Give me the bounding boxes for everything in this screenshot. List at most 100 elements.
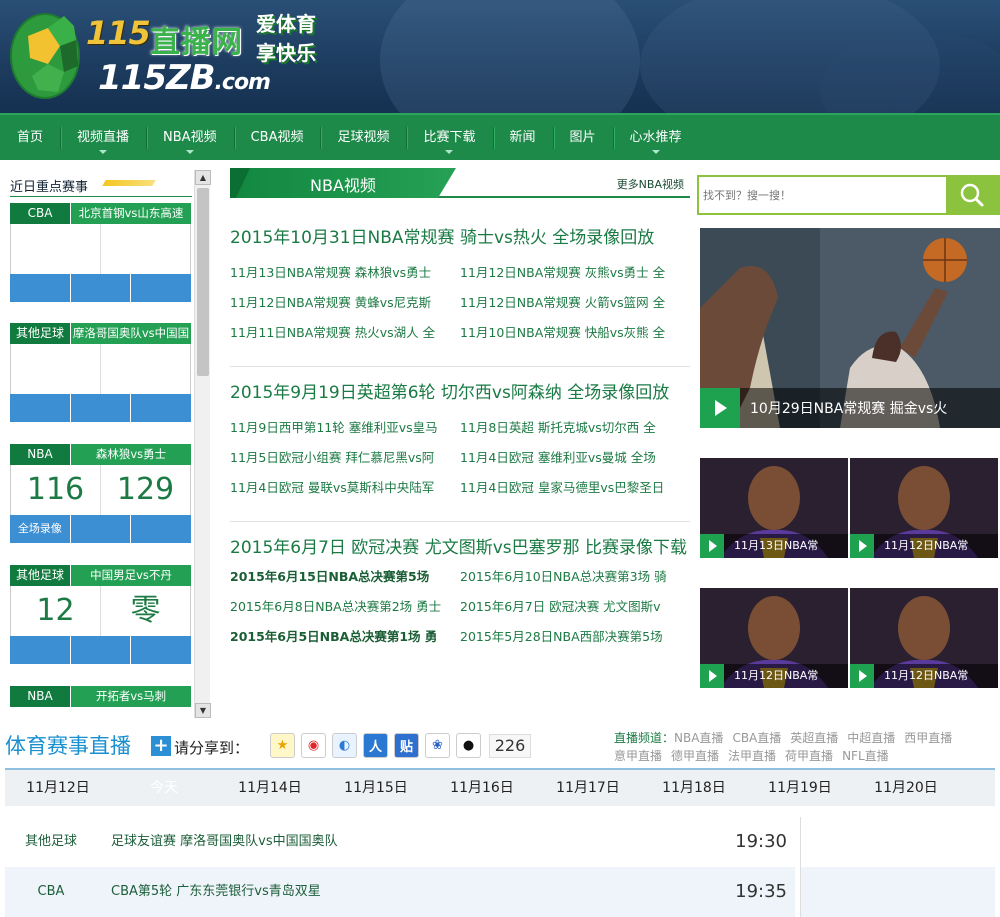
schedule-row[interactable]: 其他足球 足球友谊赛 摩洛哥国奥队vs中国国奥队 19:30 [5,817,795,867]
video-link[interactable]: 11月12日NBA常规赛 火箭vs篮网 全 [460,288,690,318]
video-thumbnail[interactable]: 11月12日NBA常 [700,588,848,688]
channel-link[interactable]: 西甲直播 [904,731,952,745]
video-caption[interactable]: 11月12日NBA常 [734,667,818,683]
play-icon[interactable] [700,388,740,428]
full-replay-link[interactable]: 全场录像 [10,515,70,543]
video-link[interactable]: 2015年5月28日NBA西部决赛第5场 [460,622,690,652]
date-tab[interactable]: 11月17日 [535,770,641,806]
match-footer-cell[interactable] [130,636,192,664]
match-footer-cell[interactable] [130,274,192,302]
video-thumbnail[interactable]: 11月12日NBA常 [850,588,998,688]
date-tab[interactable]: 11月12日 [5,770,111,806]
match-card[interactable]: CBA 北京首钢vs山东高速 [10,203,192,302]
date-tab[interactable]: 11月19日 [747,770,853,806]
nav-item-nba-video[interactable]: NBA视频 [146,115,234,160]
video-headline[interactable]: 2015年9月19日英超第6轮 切尔西vs阿森纳 全场录像回放 [230,383,690,403]
nav-item-video-live[interactable]: 视频直播 [60,115,146,160]
scroll-up-icon[interactable]: ▲ [195,170,211,185]
nav-item-tips[interactable]: 心水推荐 [612,115,699,160]
search-input[interactable] [703,183,943,207]
match-card[interactable]: 其他足球 中国男足vs不丹 12 零 [10,565,192,664]
match-card[interactable]: 其他足球 摩洛哥国奥队vs中国国 [10,323,192,422]
channel-link[interactable]: NFL直播 [842,749,889,763]
channel-link[interactable]: 荷甲直播 [785,749,833,763]
video-link[interactable]: 2015年6月15日NBA总决赛第5场 [230,562,460,592]
scroll-thumb[interactable] [197,188,209,376]
tencent-weibo-icon[interactable]: ◐ [332,733,357,758]
play-icon[interactable] [700,534,724,558]
weibo-icon[interactable]: ◉ [301,733,326,758]
date-tab[interactable]: 11月14日 [217,770,323,806]
nav-item-download[interactable]: 比赛下载 [406,115,492,160]
match-footer-cell[interactable] [130,515,192,543]
nav-item-football-video[interactable]: 足球视频 [320,115,406,160]
tieba-icon[interactable]: 贴 [394,733,419,758]
video-link[interactable]: 11月11日NBA常规赛 热火vs湖人 全 [230,318,460,348]
match-footer-cell[interactable] [69,636,131,664]
search-button[interactable] [946,177,998,213]
video-link[interactable]: 2015年6月7日 欧冠决赛 尤文图斯v [460,592,690,622]
date-tab[interactable]: 11月20日 [853,770,959,806]
match-footer-cell[interactable] [69,394,131,422]
video-headline[interactable]: 2015年6月7日 欧冠决赛 尤文图斯vs巴塞罗那 比赛录像下载 [230,538,690,558]
video-caption[interactable]: 11月13日NBA常 [734,537,818,553]
video-link[interactable]: 2015年6月8日NBA总决赛第2场 勇士 [230,592,460,622]
nav-item-news[interactable]: 新闻 [492,115,553,160]
video-thumbnail[interactable]: 11月12日NBA常 [850,458,998,558]
video-link[interactable]: 11月4日欧冠 曼联vs莫斯科中央陆军 [230,473,460,503]
featured-video-thumbnail[interactable]: 10月29日NBA常规赛 掘金vs火 [700,228,1000,428]
date-tab[interactable]: 11月18日 [641,770,747,806]
video-link[interactable]: 11月4日欧冠 皇家马德里vs巴黎圣日 [460,473,690,503]
nav-item-cba-video[interactable]: CBA视频 [233,115,321,160]
more-nba-video-link[interactable]: 更多NBA视频 [617,176,684,192]
channel-link[interactable]: CBA直播 [732,731,781,745]
match-footer-cell[interactable] [130,394,192,422]
channel-link[interactable]: 德甲直播 [671,749,719,763]
channel-link[interactable]: 法甲直播 [728,749,776,763]
date-tab[interactable]: 11月16日 [429,770,535,806]
match-footer-cell[interactable] [69,515,131,543]
match-footer-cell[interactable] [10,394,70,422]
scroll-down-icon[interactable]: ▼ [195,703,211,718]
date-tab[interactable]: 11月15日 [323,770,429,806]
video-link[interactable]: 11月5日欧冠小组赛 拜仁慕尼黑vs阿 [230,443,460,473]
nav-item-pictures[interactable]: 图片 [552,115,613,160]
baidu-paw-icon[interactable]: ❀ [425,733,450,758]
channel-link[interactable]: 中超直播 [847,731,895,745]
channel-link[interactable]: 意甲直播 [614,749,662,763]
match-card[interactable]: NBA 森林狼vs勇士 116 129 全场录像 [10,444,192,543]
qq-penguin-icon[interactable]: ● [456,733,481,758]
play-icon[interactable] [850,534,874,558]
video-link[interactable]: 2015年6月10日NBA总决赛第3场 骑 [460,562,690,592]
match-footer-cell[interactable] [10,274,70,302]
video-link[interactable]: 11月12日NBA常规赛 灰熊vs勇士 全 [460,258,690,288]
video-link[interactable]: 11月4日欧冠 塞维利亚vs曼城 全场 [460,443,690,473]
video-headline[interactable]: 2015年10月31日NBA常规赛 骑士vs热火 全场录像回放 [230,228,690,248]
play-icon[interactable] [850,664,874,688]
schedule-match[interactable]: 足球友谊赛 摩洛哥国奥队vs中国国奥队 [111,817,338,867]
video-link[interactable]: 2015年6月5日NBA总决赛第1场 勇 [230,622,460,652]
schedule-row[interactable]: CBA CBA第5轮 广东东莞银行vs青岛双星 19:35 [5,867,795,917]
video-thumbnail[interactable]: 11月13日NBA常 [700,458,848,558]
matches-scrollbar[interactable]: ▲ ▼ [194,170,211,718]
channel-link[interactable]: 英超直播 [790,731,838,745]
video-link[interactable]: 11月10日NBA常规赛 快船vs灰熊 全 [460,318,690,348]
match-footer-cell[interactable] [69,274,131,302]
channel-link[interactable]: NBA直播 [674,731,723,745]
renren-icon[interactable]: 人 [363,733,388,758]
featured-video-caption[interactable]: 10月29日NBA常规赛 掘金vs火 [750,398,947,418]
video-link[interactable]: 11月13日NBA常规赛 森林狼vs勇士 [230,258,460,288]
schedule-match[interactable]: CBA第5轮 广东东莞银行vs青岛双星 [111,867,321,917]
video-link[interactable]: 11月12日NBA常规赛 黄蜂vs尼克斯 [230,288,460,318]
qzone-star-icon[interactable]: ★ [270,733,295,758]
video-link[interactable]: 11月9日西甲第11轮 塞维利亚vs皇马 [230,413,460,443]
nav-item-home[interactable]: 首页 [0,115,60,160]
play-icon[interactable] [700,664,724,688]
match-card[interactable]: NBA 开拓者vs马刺 [10,686,191,707]
date-tab-today[interactable]: 今天 [111,770,217,806]
video-caption[interactable]: 11月12日NBA常 [884,537,968,553]
plus-icon[interactable]: + [151,736,171,756]
video-link[interactable]: 11月8日英超 斯托克城vs切尔西 全 [460,413,690,443]
match-footer-cell[interactable] [10,636,70,664]
video-caption[interactable]: 11月12日NBA常 [884,667,968,683]
